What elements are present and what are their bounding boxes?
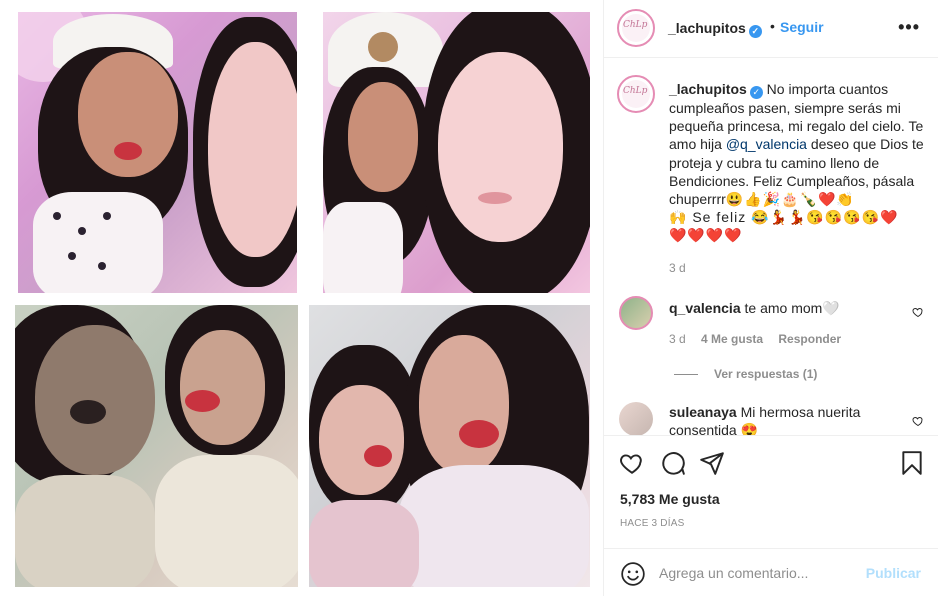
view-replies-button[interactable]: Ver respuestas (1) bbox=[674, 367, 817, 381]
verified-badge-icon: ✓ bbox=[748, 25, 762, 38]
comments-area[interactable]: ChLp _lachupitos ✓ No importa cuantos cum… bbox=[604, 58, 938, 436]
post-media[interactable] bbox=[0, 0, 604, 596]
comment-username[interactable]: suleanaya bbox=[669, 404, 737, 420]
caption-author-avatar[interactable]: ChLp bbox=[617, 75, 655, 113]
author-username[interactable]: _lachupitos ✓ bbox=[668, 20, 762, 38]
post-caption: _lachupitos ✓ No importa cuantos cumpleañ… bbox=[669, 80, 929, 245]
caption-username[interactable]: _lachupitos bbox=[669, 81, 747, 97]
post-panel: ChLp _lachupitos ✓ • Seguir ••• ChLp _lac… bbox=[604, 0, 938, 596]
share-icon[interactable] bbox=[699, 450, 725, 476]
comment-username[interactable]: q_valencia bbox=[669, 300, 741, 316]
author-avatar[interactable]: ChLp bbox=[617, 9, 655, 47]
more-options-icon[interactable]: ••• bbox=[898, 17, 920, 38]
comment-avatar[interactable] bbox=[619, 296, 653, 330]
bookmark-icon[interactable] bbox=[899, 450, 925, 476]
publish-button[interactable]: Publicar bbox=[866, 565, 921, 581]
caption-emojis: 😃👍🎉🎂🍾❤️👏 bbox=[725, 191, 855, 208]
post-date[interactable]: HACE 3 DÍAS bbox=[620, 518, 684, 529]
comment-time[interactable]: 3 d bbox=[669, 332, 686, 346]
comment-avatar[interactable] bbox=[619, 402, 653, 435]
replies-divider bbox=[674, 374, 698, 376]
photo-top-left bbox=[18, 12, 297, 293]
avatar-logo-text: ChLp bbox=[623, 20, 648, 30]
caption-line-2: 🙌 Se feliz 😂💃💃😘😘😘😘❤️ bbox=[669, 209, 899, 226]
comment-likes[interactable]: 4 Me gusta bbox=[701, 332, 763, 346]
photo-top-right bbox=[323, 12, 590, 293]
caption-emojis-2: ❤️❤️❤️❤️ bbox=[669, 227, 743, 244]
comment-meta: 3 d 4 Me gusta Responder bbox=[669, 332, 853, 346]
photo-bottom-right bbox=[309, 305, 590, 587]
comment-input[interactable]: Agrega un comentario... bbox=[659, 565, 808, 581]
verified-badge-icon: ✓ bbox=[749, 86, 763, 99]
view-replies-label[interactable]: Ver respuestas (1) bbox=[714, 367, 817, 381]
photo-bottom-left bbox=[15, 305, 298, 587]
caption-timestamp[interactable]: 3 d bbox=[669, 261, 686, 275]
comment-like-heart-icon[interactable] bbox=[912, 415, 924, 427]
comment-like-heart-icon[interactable] bbox=[912, 306, 924, 318]
action-bar bbox=[604, 437, 938, 487]
post-header: ChLp _lachupitos ✓ • Seguir ••• bbox=[604, 0, 938, 58]
comment-text: te amo mom🤍 bbox=[740, 300, 840, 316]
smiley-icon[interactable] bbox=[620, 561, 646, 587]
author-username-text[interactable]: _lachupitos bbox=[668, 20, 746, 36]
follow-button[interactable]: Seguir bbox=[780, 19, 824, 35]
add-comment-bar: Agrega un comentario... Publicar bbox=[604, 548, 938, 596]
header-separator: • bbox=[770, 18, 775, 34]
avatar-logo-text: ChLp bbox=[623, 86, 648, 96]
caption-mention-link[interactable]: @q_valencia bbox=[726, 136, 807, 152]
comment-body: suleanaya Mi hermosa nuerita consentida … bbox=[669, 403, 899, 435]
heart-icon[interactable] bbox=[619, 450, 645, 476]
comment-body: q_valencia te amo mom🤍 bbox=[669, 299, 899, 317]
likes-count[interactable]: 5,783 Me gusta bbox=[620, 491, 720, 507]
comment-icon[interactable] bbox=[660, 450, 686, 476]
reply-button[interactable]: Responder bbox=[778, 332, 841, 346]
